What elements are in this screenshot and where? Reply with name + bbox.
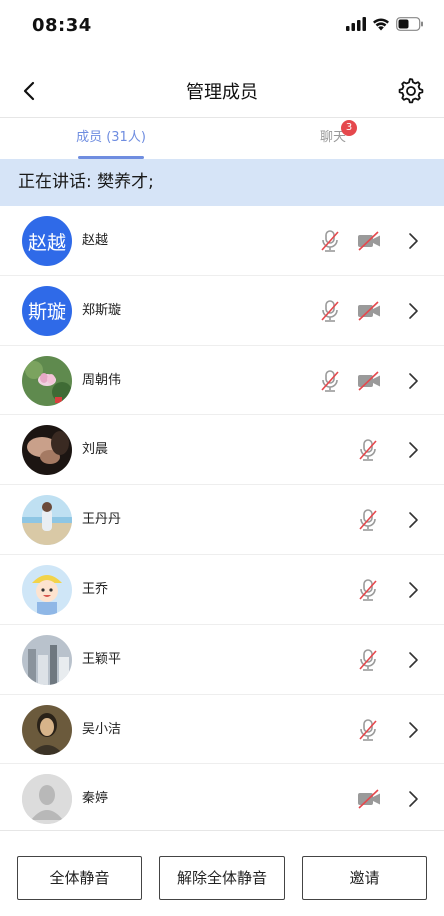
member-row[interactable]: 秦婷 bbox=[0, 764, 444, 835]
settings-button[interactable] bbox=[396, 76, 426, 106]
member-row[interactable]: 王乔 bbox=[0, 555, 444, 625]
member-name: 郑斯璇 bbox=[82, 302, 122, 318]
member-row[interactable]: 王丹丹 bbox=[0, 485, 444, 555]
member-row[interactable]: 吴小洁 bbox=[0, 695, 444, 765]
mic-muted-icon[interactable] bbox=[319, 369, 341, 393]
speaking-banner: 正在讲话: 樊养才; bbox=[0, 159, 444, 206]
tab-members[interactable]: 成员 (31人) bbox=[0, 118, 222, 160]
member-row[interactable]: 刘晨 bbox=[0, 415, 444, 486]
chevron-right-icon bbox=[409, 651, 418, 668]
member-list: 赵越 赵越 斯璇 郑斯璇 周朝伟 刘晨 王丹丹 王乔 王颖平 吴小洁 秦婷 bbox=[0, 206, 444, 835]
nav-bar: 管理成员 bbox=[0, 60, 444, 120]
mic-muted-icon[interactable] bbox=[357, 578, 379, 602]
signal-icon bbox=[346, 17, 366, 31]
member-name: 王颖平 bbox=[82, 651, 122, 667]
avatar bbox=[22, 564, 72, 615]
tab-chat[interactable]: 聊天 bbox=[222, 118, 444, 160]
mic-muted-icon[interactable] bbox=[357, 508, 379, 532]
status-time: 08:34 bbox=[32, 15, 92, 36]
avatar: 赵越 bbox=[22, 216, 72, 266]
chevron-right-icon bbox=[409, 512, 418, 528]
member-row[interactable]: 王颖平 bbox=[0, 625, 444, 695]
member-name: 秦婷 bbox=[82, 791, 109, 807]
camera-off-icon[interactable] bbox=[356, 231, 382, 251]
chevron-right-icon bbox=[409, 442, 418, 459]
chat-unread-badge: 3 bbox=[341, 120, 357, 136]
chevron-right-icon bbox=[409, 302, 418, 319]
member-row[interactable]: 周朝伟 bbox=[0, 346, 444, 416]
avatar-photo bbox=[22, 425, 72, 476]
member-name: 刘晨 bbox=[82, 442, 109, 458]
avatar bbox=[22, 355, 72, 406]
battery-icon bbox=[396, 17, 423, 31]
wifi-icon bbox=[373, 18, 389, 31]
chevron-right-icon bbox=[409, 721, 418, 738]
chevron-right-icon bbox=[409, 233, 418, 249]
avatar bbox=[22, 425, 72, 476]
avatar-photo bbox=[22, 355, 72, 406]
member-name: 吴小洁 bbox=[82, 721, 122, 737]
member-name: 王乔 bbox=[82, 581, 109, 597]
member-name: 周朝伟 bbox=[82, 372, 122, 388]
avatar bbox=[22, 774, 72, 825]
member-name: 赵越 bbox=[82, 233, 109, 248]
camera-off-icon[interactable] bbox=[356, 371, 382, 391]
unmute-all-button[interactable]: 解除全体静音 bbox=[159, 856, 285, 900]
status-bar: 08:34 bbox=[0, 0, 444, 52]
page-title: 管理成员 bbox=[186, 82, 258, 103]
avatar bbox=[22, 495, 72, 546]
avatar-photo bbox=[22, 495, 72, 546]
avatar bbox=[22, 704, 72, 755]
avatar-photo bbox=[22, 564, 72, 615]
mic-muted-icon[interactable] bbox=[319, 229, 341, 253]
tab-bar: 成员 (31人) 聊天 3 bbox=[0, 117, 444, 159]
invite-button[interactable]: 邀请 bbox=[302, 856, 427, 900]
member-row[interactable]: 赵越 赵越 bbox=[0, 206, 444, 276]
mic-muted-icon[interactable] bbox=[357, 648, 379, 672]
default-avatar-icon bbox=[22, 774, 72, 825]
camera-off-icon[interactable] bbox=[356, 301, 382, 321]
gear-icon bbox=[398, 78, 424, 104]
chevron-right-icon bbox=[409, 791, 418, 808]
camera-off-icon[interactable] bbox=[356, 789, 382, 809]
status-icons bbox=[346, 17, 424, 31]
mic-muted-icon[interactable] bbox=[357, 438, 379, 462]
avatar-photo bbox=[22, 704, 72, 755]
chevron-right-icon bbox=[409, 372, 418, 389]
mute-all-button[interactable]: 全体静音 bbox=[17, 856, 142, 900]
avatar: 斯璇 bbox=[22, 285, 72, 336]
chevron-right-icon bbox=[409, 582, 418, 598]
mic-muted-icon[interactable] bbox=[319, 299, 341, 323]
member-row[interactable]: 斯璇 郑斯璇 bbox=[0, 276, 444, 346]
bottom-action-bar: 全体静音 解除全体静音 邀请 bbox=[0, 830, 444, 916]
avatar bbox=[22, 634, 72, 685]
mic-muted-icon[interactable] bbox=[357, 718, 379, 742]
avatar-photo bbox=[22, 634, 72, 685]
member-name: 王丹丹 bbox=[82, 512, 122, 528]
